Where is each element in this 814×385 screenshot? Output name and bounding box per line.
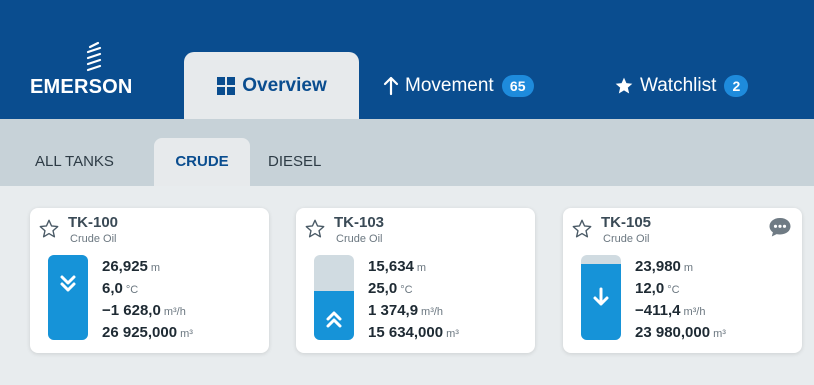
tab-watchlist[interactable]: Watchlist 2 xyxy=(614,52,749,119)
star-outline-icon[interactable] xyxy=(304,218,326,240)
star-outline-icon[interactable] xyxy=(38,218,60,240)
tab-overview[interactable]: Overview xyxy=(184,52,359,119)
tank-volume-value: 26 925,000 xyxy=(102,324,178,341)
tank-volume-value: 23 980,000 xyxy=(635,324,711,341)
movement-count-badge: 65 xyxy=(501,74,534,97)
tank-temperature-unit: °C xyxy=(667,284,680,296)
tank-level-gauge xyxy=(581,255,621,340)
product-filter-bar: ALL TANKS CRUDE DIESEL xyxy=(0,119,814,186)
tank-flow-value: −1 628,0 xyxy=(102,302,161,319)
subtab-all-tanks[interactable]: ALL TANKS xyxy=(35,138,114,186)
emerson-logo: EMERSON xyxy=(30,40,160,100)
tank-level-gauge xyxy=(314,255,354,340)
tank-flow-value: 1 374,9 xyxy=(368,302,419,319)
tank-temperature-value: 25,0 xyxy=(368,280,398,297)
tank-temperature-value: 6,0 xyxy=(102,280,123,297)
tank-level-value: 23,980 xyxy=(635,258,681,275)
tank-product: Crude Oil xyxy=(603,233,650,245)
tank-level-value: 15,634 xyxy=(368,258,414,275)
tank-level-unit: m xyxy=(683,262,694,274)
tank-temperature-unit: °C xyxy=(125,284,139,296)
arrow-down-icon xyxy=(593,287,609,306)
tank-level-gauge xyxy=(48,255,88,340)
star-icon xyxy=(615,77,633,93)
tank-product: Crude Oil xyxy=(336,233,383,245)
tank-level-unit: m xyxy=(416,262,427,274)
tank-temperature-value: 12,0 xyxy=(635,280,665,297)
tank-card[interactable]: TK-100 Crude Oil 26,925 m 6,0 °C −1 628,0 m… xyxy=(30,208,269,353)
subtab-diesel[interactable]: DIESEL xyxy=(268,138,321,186)
tank-flow-unit: m³/h xyxy=(421,306,444,318)
tank-product: Crude Oil xyxy=(70,233,117,245)
tab-movement-label: Movement xyxy=(405,74,494,96)
tank-level-unit: m xyxy=(150,262,161,274)
comment-bubble-icon[interactable] xyxy=(768,216,792,238)
tank-flow-value: −411,4 xyxy=(635,302,681,319)
watchlist-count-badge: 2 xyxy=(724,74,749,97)
star-outline-icon[interactable] xyxy=(571,218,593,240)
subtab-crude[interactable]: CRUDE xyxy=(154,138,250,186)
arrow-down-double-icon xyxy=(60,275,76,292)
tank-volume-unit: m³ xyxy=(180,328,193,340)
tank-flow-unit: m³/h xyxy=(163,306,186,318)
emerson-logo-mark-icon xyxy=(86,41,102,72)
arrow-up-icon xyxy=(383,76,399,95)
tank-volume-value: 15 634,000 xyxy=(368,324,444,341)
brand-name: EMERSON xyxy=(30,76,133,98)
tank-volume-unit: m³ xyxy=(446,328,459,340)
tank-name: TK-100 xyxy=(68,214,119,231)
tab-movement[interactable]: Movement 65 xyxy=(383,52,534,119)
top-navigation-bar: EMERSON Overview Movement 65 Watchlist 2 xyxy=(0,0,814,119)
tank-name: TK-105 xyxy=(601,214,652,231)
tank-volume-unit: m³ xyxy=(713,328,726,340)
arrow-up-double-icon xyxy=(326,311,342,328)
tank-level-value: 26,925 xyxy=(102,258,148,275)
tank-temperature-unit: °C xyxy=(400,284,413,296)
tank-card[interactable]: TK-105 Crude Oil 23,980 m 12,0 °C −411,4 m³… xyxy=(563,208,802,353)
tank-card[interactable]: TK-103 Crude Oil 15,634 m 25,0 °C 1 374,9 m… xyxy=(296,208,535,353)
tab-watchlist-label: Watchlist xyxy=(640,74,717,96)
tank-name: TK-103 xyxy=(334,214,385,231)
grid-icon xyxy=(217,76,236,95)
tank-level-fill xyxy=(48,255,88,340)
tab-overview-label: Overview xyxy=(242,74,327,96)
tank-flow-unit: m³/h xyxy=(683,306,706,318)
